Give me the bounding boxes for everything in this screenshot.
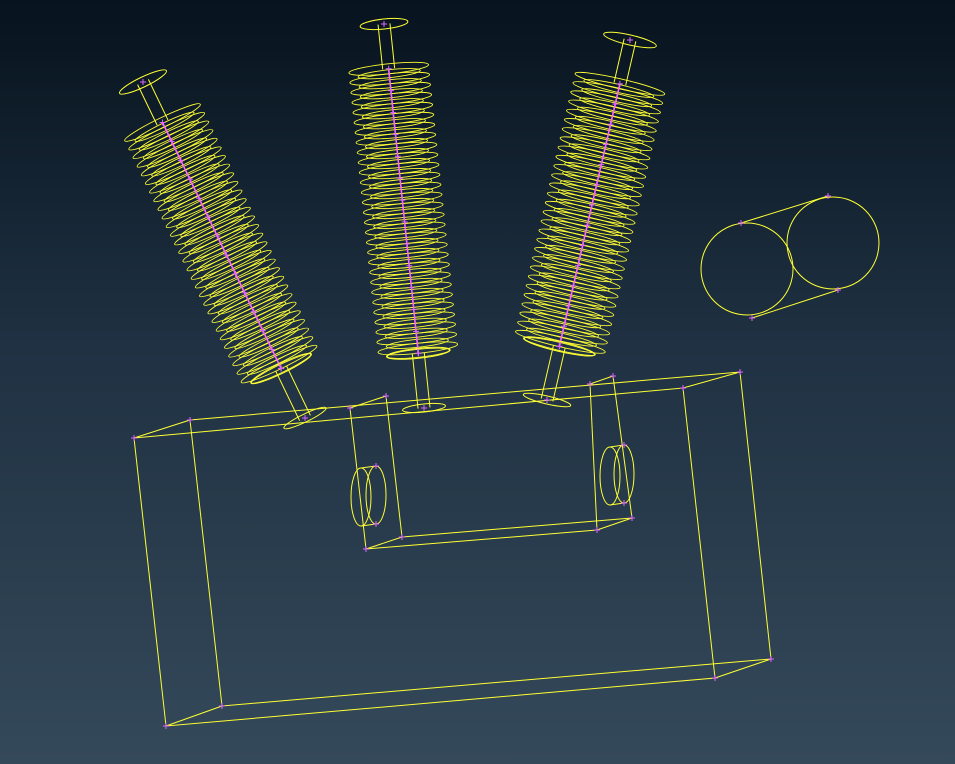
vertex-marker bbox=[415, 350, 422, 357]
vertex-marker bbox=[131, 435, 137, 441]
wire-edge bbox=[349, 407, 367, 550]
vertex-marker bbox=[602, 141, 609, 148]
tank-front-face bbox=[133, 387, 716, 727]
bushing-right bbox=[515, 31, 666, 408]
wire-edge bbox=[385, 395, 403, 538]
wire-edge bbox=[365, 529, 598, 550]
vertex-marker bbox=[421, 405, 427, 411]
bushings-group bbox=[118, 17, 666, 430]
bushing-center bbox=[348, 17, 459, 414]
vertex-marker bbox=[140, 79, 146, 85]
vertex-marker bbox=[390, 109, 397, 116]
vertex-marker bbox=[381, 21, 387, 27]
tank-back-face bbox=[189, 371, 772, 707]
vertex-marker bbox=[737, 369, 743, 375]
cylinder-edge-top bbox=[740, 195, 829, 224]
cad-viewport[interactable] bbox=[0, 0, 955, 764]
vertex-marker bbox=[627, 37, 633, 43]
cylinder-back-circle bbox=[786, 196, 880, 290]
vertex-marker bbox=[749, 315, 755, 321]
vertex-marker bbox=[219, 703, 225, 709]
vertex-marker bbox=[259, 327, 266, 334]
bushing-left bbox=[118, 69, 327, 430]
vertex-marker bbox=[392, 131, 399, 138]
vertex-marker bbox=[373, 463, 379, 469]
hole-ellipse bbox=[613, 444, 635, 504]
wire-edge bbox=[589, 383, 598, 531]
vertex-markers bbox=[131, 21, 841, 729]
vertex-marker bbox=[544, 397, 550, 403]
vertex-marker bbox=[187, 417, 193, 423]
bushing-stem-edge bbox=[552, 347, 566, 402]
double-cylinder[interactable] bbox=[700, 195, 880, 319]
bushing-stem-edge bbox=[275, 370, 301, 421]
vertex-marker bbox=[835, 287, 841, 293]
cylinder-front-circle bbox=[700, 222, 794, 316]
vertex-marker bbox=[738, 220, 744, 226]
wireframe-scene[interactable] bbox=[0, 0, 955, 764]
vertex-marker bbox=[594, 527, 600, 533]
bushing-rod-edge bbox=[625, 41, 637, 86]
bushing-stem-edge bbox=[286, 365, 311, 416]
vertex-marker bbox=[403, 240, 410, 247]
vertex-marker bbox=[825, 193, 831, 199]
vertex-marker bbox=[278, 365, 285, 372]
wire-edge bbox=[589, 375, 614, 385]
vertex-marker bbox=[373, 521, 379, 527]
vertex-marker bbox=[363, 546, 369, 552]
vertex-marker bbox=[587, 381, 593, 387]
vertex-marker bbox=[302, 415, 308, 421]
vertex-marker bbox=[616, 80, 623, 87]
wire-edge bbox=[612, 375, 633, 519]
vertex-marker bbox=[593, 181, 600, 188]
vertex-marker bbox=[768, 656, 774, 662]
bushing-stem-edge bbox=[540, 344, 554, 399]
hole-ellipse bbox=[599, 446, 621, 506]
bushing-rod-edge bbox=[613, 38, 625, 83]
bushing-rod-edge bbox=[389, 23, 396, 69]
vertex-marker bbox=[680, 385, 686, 391]
wire-edge bbox=[165, 705, 223, 727]
vertex-marker bbox=[383, 393, 389, 399]
vertex-marker bbox=[385, 65, 392, 72]
hole-ellipse bbox=[365, 465, 387, 525]
tank-left-hole bbox=[350, 465, 387, 527]
vertex-marker bbox=[621, 500, 627, 506]
vertex-marker bbox=[556, 343, 563, 350]
vertex-marker bbox=[629, 515, 635, 521]
wire-edge bbox=[349, 395, 387, 409]
tank-group bbox=[133, 371, 772, 727]
vertex-marker bbox=[579, 242, 586, 249]
vertex-marker bbox=[610, 373, 616, 379]
vertex-marker bbox=[163, 723, 169, 729]
vertex-marker bbox=[250, 308, 257, 315]
vertex-marker bbox=[387, 87, 394, 94]
vertex-marker bbox=[712, 675, 718, 681]
vertex-marker bbox=[268, 346, 275, 353]
cylinder-edge-bottom bbox=[751, 289, 839, 319]
bushing-rod-edge bbox=[377, 24, 384, 70]
vertex-marker bbox=[399, 534, 405, 540]
